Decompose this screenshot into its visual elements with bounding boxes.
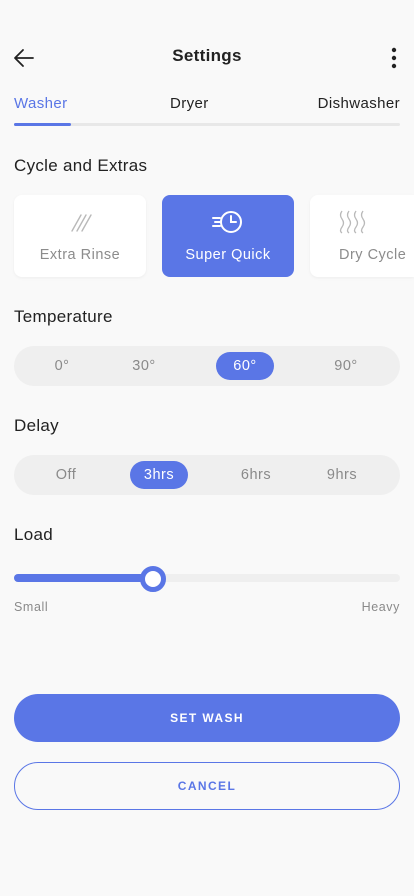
temperature-option-0[interactable]: 0° (40, 352, 84, 380)
tab-washer[interactable]: Washer (14, 95, 68, 112)
temperature-section-title: Temperature (14, 307, 113, 326)
temperature-option-60[interactable]: 60° (216, 352, 274, 380)
set-wash-button[interactable]: SET WASH (14, 694, 400, 742)
delay-option-3hrs[interactable]: 3hrs (130, 461, 188, 489)
quick-timer-icon (212, 209, 244, 235)
more-options-button[interactable] (380, 44, 408, 72)
delay-option-off[interactable]: Off (42, 461, 90, 489)
cycle-card-super-quick[interactable]: Super Quick (162, 195, 294, 277)
tab-active-indicator (14, 123, 71, 126)
appliance-tabs: Washer Dryer Dishwasher (14, 95, 400, 127)
page-title: Settings (172, 46, 242, 65)
delay-section-title: Delay (14, 416, 59, 435)
rinse-icon (67, 209, 93, 235)
cycle-card-label: Super Quick (185, 247, 271, 263)
cycle-section-title: Cycle and Extras (14, 156, 148, 175)
cycle-card-label: Extra Rinse (39, 247, 121, 263)
cycle-card-extra-rinse[interactable]: Extra Rinse (14, 195, 146, 277)
load-slider[interactable] (14, 566, 400, 592)
tab-divider (14, 123, 400, 126)
cancel-button[interactable]: CANCEL (14, 762, 400, 810)
cycle-card-label: Dry Cycle (339, 247, 407, 263)
load-slider-thumb[interactable] (139, 566, 166, 592)
temperature-option-30[interactable]: 30° (122, 352, 166, 380)
tab-dishwasher[interactable]: Dishwasher (318, 95, 400, 112)
load-section-title: Load (14, 525, 54, 544)
tab-dryer[interactable]: Dryer (170, 95, 209, 112)
more-vertical-icon (391, 47, 397, 69)
delay-option-9hrs[interactable]: 9hrs (316, 461, 368, 489)
heat-waves-icon (338, 209, 366, 235)
delay-option-6hrs[interactable]: 6hrs (230, 461, 282, 489)
load-slider-fill (14, 574, 153, 582)
cycle-card-dry-cycle[interactable]: Dry Cycle (310, 195, 414, 277)
temperature-option-90[interactable]: 90° (324, 352, 368, 380)
delay-selector: Off 3hrs 6hrs 9hrs (14, 455, 400, 495)
load-max-label: Heavy (361, 600, 400, 614)
load-min-label: Small (14, 600, 49, 614)
temperature-selector: 0° 30° 60° 90° (14, 346, 400, 386)
